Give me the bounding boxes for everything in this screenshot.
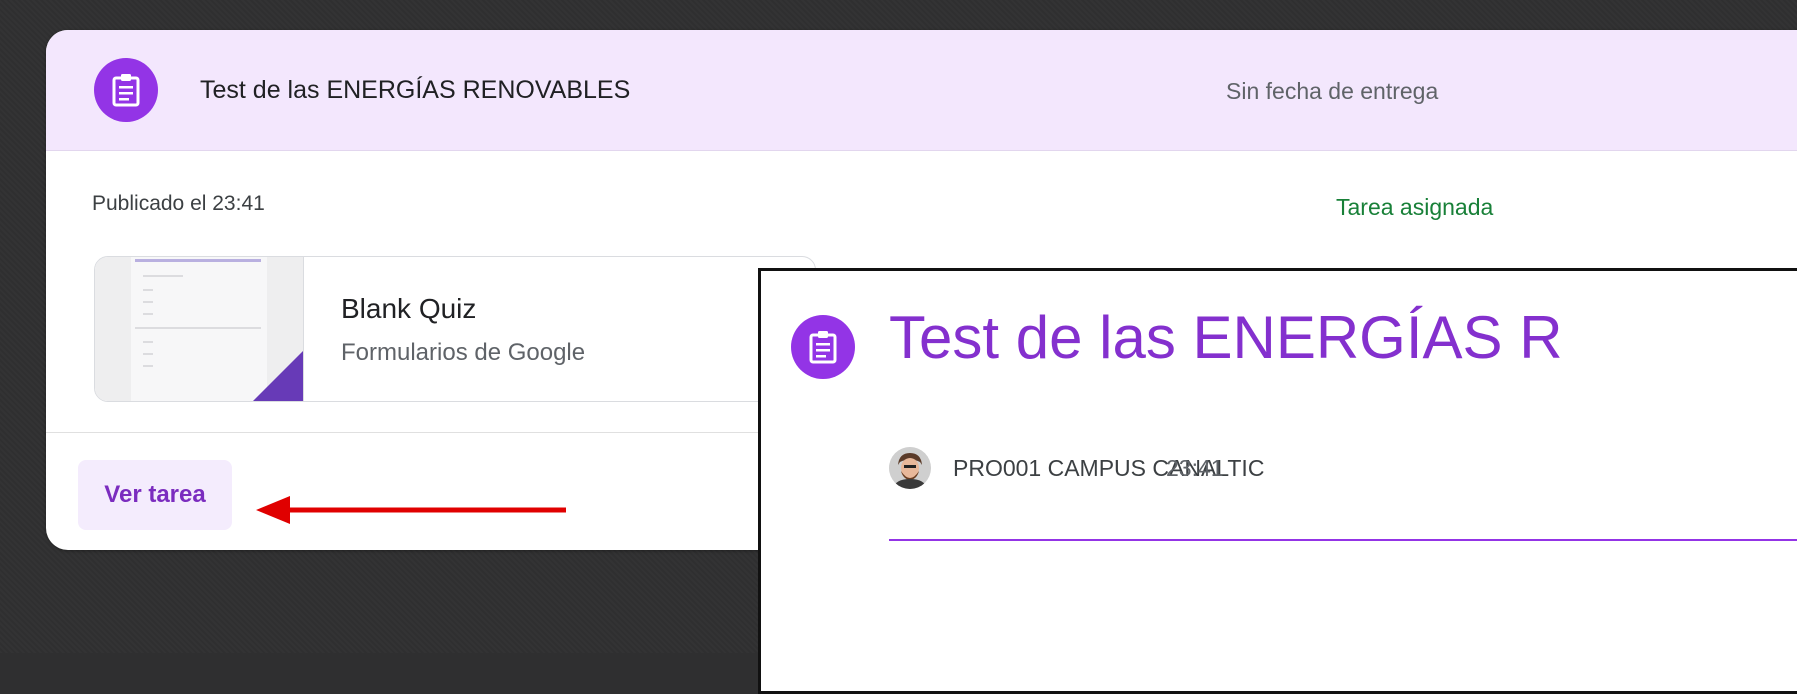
detail-divider: [889, 539, 1797, 541]
assignment-icon: [94, 58, 158, 122]
thumbnail-line: [143, 275, 183, 277]
thumbnail-line: [143, 365, 153, 367]
attachment-card[interactable]: Blank Quiz Formularios de Google: [94, 256, 816, 402]
published-time: Publicado el 23:41: [92, 192, 265, 215]
thumbnail-line: [143, 341, 153, 343]
attachment-title[interactable]: Blank Quiz: [341, 293, 476, 325]
due-date: Sin fecha de entrega: [1226, 78, 1439, 104]
thumbnail-line: [135, 327, 261, 329]
detail-title: Test de las ENERGÍAS R: [889, 304, 1563, 371]
thumbnail-line: [143, 353, 153, 355]
attachment-thumbnail: [95, 257, 304, 401]
forms-corner-icon: [253, 351, 303, 401]
thumbnail-line: [143, 289, 153, 291]
assignment-title[interactable]: Test de las ENERGÍAS RENOVABLES: [200, 76, 630, 105]
attachment-subtitle: Formularios de Google: [341, 339, 586, 366]
status-badge: Tarea asignada: [1336, 194, 1494, 220]
arrow-left-icon: [256, 496, 566, 524]
avatar: [889, 447, 931, 489]
thumbnail-line: [143, 301, 153, 303]
assignment-detail-panel: Test de las ENERGÍAS R PRO001 CAMPUS CAN…: [758, 268, 1797, 694]
post-time: 23:41: [1166, 455, 1224, 481]
thumbnail-page: [131, 257, 267, 401]
assignment-icon: [791, 315, 855, 379]
card-header[interactable]: Test de las ENERGÍAS RENOVABLES Sin fech…: [46, 30, 1797, 151]
view-assignment-button[interactable]: Ver tarea: [78, 460, 232, 530]
thumbnail-line: [143, 313, 153, 315]
thumbnail-header-bar: [135, 259, 261, 262]
